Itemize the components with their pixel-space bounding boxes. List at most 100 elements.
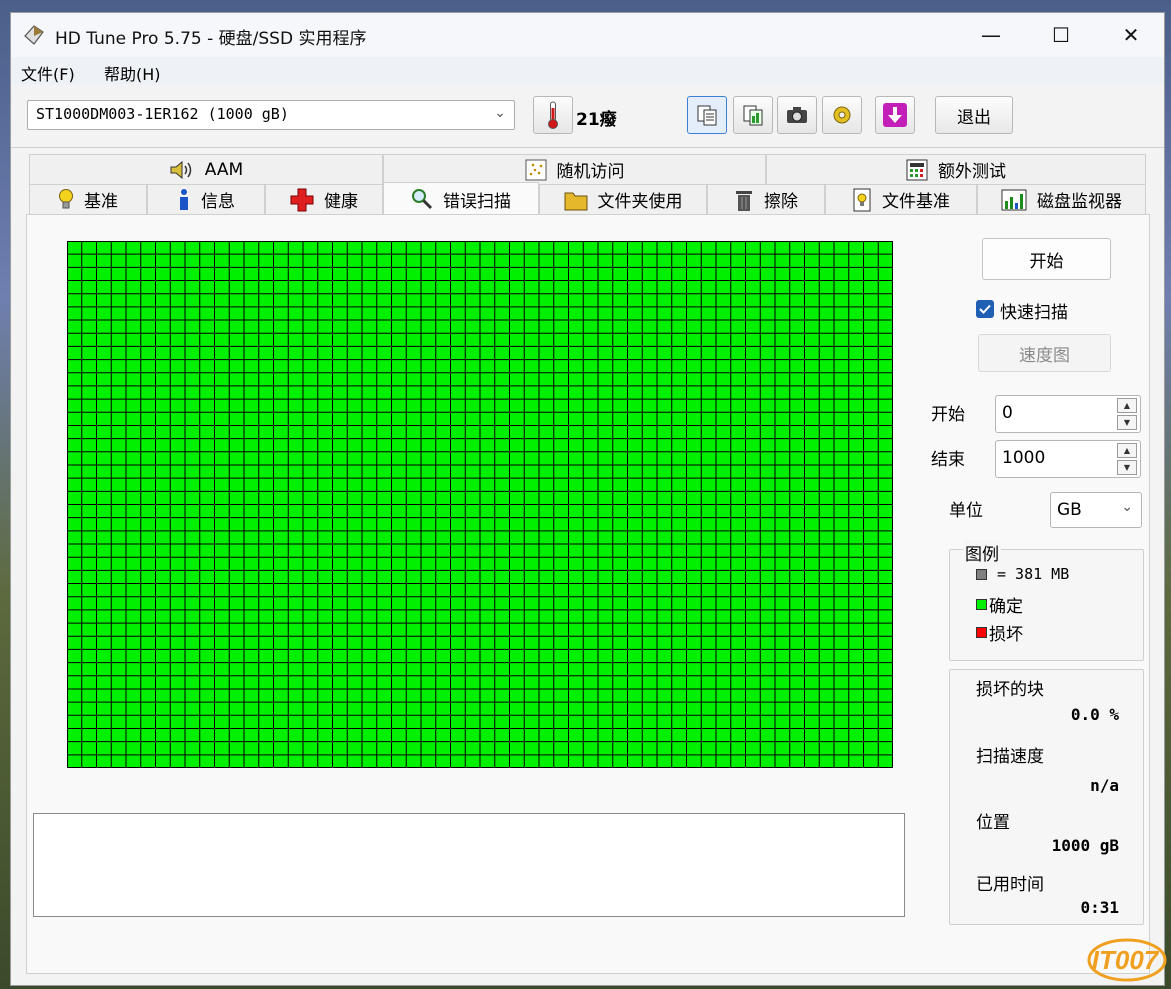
range-start-input[interactable]: 0 ▲ ▼ bbox=[995, 395, 1141, 433]
green-swatch-icon bbox=[976, 599, 987, 610]
drive-select[interactable]: ST1000DM003-1ER162 (1000 gB) ⌄ bbox=[27, 100, 515, 130]
cross-icon bbox=[290, 188, 314, 211]
watermark-logo: IT007 bbox=[1087, 938, 1167, 982]
damaged-blocks-label: 损坏的块 bbox=[976, 680, 1044, 700]
scan-speed-value: n/a bbox=[1090, 776, 1119, 795]
range-start-label: 开始 bbox=[931, 405, 965, 425]
tab-file-benchmark-label: 文件基准 bbox=[882, 192, 950, 212]
legend-block-size: = 381 MB bbox=[976, 565, 1069, 583]
stats-group: 损坏的块 0.0 % 扫描速度 n/a 位置 1000 gB 已用时间 0:31 bbox=[949, 669, 1144, 925]
app-window: HD Tune Pro 5.75 - 硬盘/SSD 实用程序 — ☐ ✕ 文件(… bbox=[10, 12, 1165, 986]
tab-folder-usage[interactable]: 文件夹使用 bbox=[539, 184, 707, 215]
copy-screenshot-button[interactable] bbox=[733, 96, 773, 134]
exit-button[interactable]: 退出 bbox=[935, 96, 1013, 134]
calculator-icon bbox=[906, 159, 928, 180]
legend-damaged: 损坏 bbox=[976, 620, 1023, 645]
minimize-button[interactable]: — bbox=[956, 13, 1026, 57]
temperature-value: 21癈 bbox=[576, 110, 617, 130]
position-label: 位置 bbox=[976, 813, 1010, 833]
legend-damaged-text: 损坏 bbox=[989, 625, 1023, 645]
unit-select-value: GB bbox=[1057, 500, 1082, 520]
menu-bar: 文件(F) 帮助(H) bbox=[11, 57, 1164, 85]
scatter-icon bbox=[525, 159, 546, 180]
scan-speed-label: 扫描速度 bbox=[976, 747, 1044, 767]
tab-aam-label: AAM bbox=[204, 159, 244, 180]
range-start-value: 0 bbox=[1002, 403, 1013, 423]
legend-ok-text: 确定 bbox=[989, 597, 1023, 617]
legend-ok: 确定 bbox=[976, 592, 1023, 617]
app-icon bbox=[24, 25, 44, 45]
range-end-label: 结束 bbox=[931, 450, 965, 470]
spin-up-icon[interactable]: ▲ bbox=[1117, 443, 1137, 458]
copy-info-button[interactable] bbox=[687, 96, 727, 134]
range-end-input[interactable]: 1000 ▲ ▼ bbox=[995, 440, 1141, 478]
camera-icon bbox=[787, 107, 807, 123]
wrench-icon bbox=[833, 106, 851, 124]
tab-disk-monitor-label: 磁盘监视器 bbox=[1037, 192, 1122, 212]
thermometer-icon bbox=[548, 101, 558, 129]
tab-error-scan[interactable]: 错误扫描 bbox=[383, 182, 539, 215]
maximize-icon: ☐ bbox=[1052, 23, 1070, 47]
tab-health-label: 健康 bbox=[324, 192, 358, 212]
tab-random-access[interactable]: 随机访问 bbox=[383, 154, 766, 185]
close-icon: ✕ bbox=[1122, 23, 1140, 47]
speed-map-button-label: 速度图 bbox=[1019, 345, 1070, 366]
exit-button-label: 退出 bbox=[957, 107, 991, 128]
speed-map-button[interactable]: 速度图 bbox=[978, 334, 1111, 372]
elapsed-value: 0:31 bbox=[1080, 898, 1119, 917]
window-title: HD Tune Pro 5.75 - 硬盘/SSD 实用程序 bbox=[55, 29, 367, 49]
unit-select[interactable]: GB ⌄ bbox=[1050, 492, 1142, 528]
tab-extra-tests[interactable]: 额外测试 bbox=[766, 154, 1146, 185]
legend-title: 图例 bbox=[963, 540, 1001, 565]
tab-benchmark[interactable]: 基准 bbox=[29, 184, 147, 215]
gray-swatch-icon bbox=[976, 568, 987, 580]
block-map bbox=[67, 241, 893, 768]
range-end-value: 1000 bbox=[1002, 448, 1046, 468]
tab-aam[interactable]: AAM bbox=[29, 154, 383, 185]
tab-error-scan-label: 错误扫描 bbox=[443, 191, 511, 212]
folder-icon bbox=[564, 192, 587, 210]
bulb-icon bbox=[59, 188, 73, 208]
title-bar[interactable]: HD Tune Pro 5.75 - 硬盘/SSD 实用程序 — ☐ ✕ bbox=[11, 13, 1164, 57]
monitor-icon bbox=[1001, 189, 1027, 210]
close-button[interactable]: ✕ bbox=[1096, 13, 1166, 57]
start-button[interactable]: 开始 bbox=[982, 238, 1111, 280]
info-icon bbox=[180, 188, 188, 210]
toolbar: ST1000DM003-1ER162 (1000 gB) ⌄ 21癈 退出 bbox=[11, 87, 1164, 148]
trash-icon bbox=[736, 190, 752, 211]
tab-health[interactable]: 健康 bbox=[265, 184, 383, 215]
magnifier-icon bbox=[412, 189, 433, 210]
damaged-blocks-value: 0.0 % bbox=[1070, 705, 1119, 724]
tab-folder-usage-label: 文件夹使用 bbox=[597, 192, 683, 212]
menu-file[interactable]: 文件(F) bbox=[21, 61, 75, 85]
speaker-icon bbox=[170, 160, 192, 179]
tab-random-access-label: 随机访问 bbox=[556, 162, 625, 182]
tab-info[interactable]: 信息 bbox=[147, 184, 265, 215]
start-button-label: 开始 bbox=[1029, 251, 1064, 272]
maximize-button[interactable]: ☐ bbox=[1026, 13, 1096, 57]
watermark-text: IT007 bbox=[1092, 945, 1160, 975]
temperature-button[interactable] bbox=[533, 96, 573, 134]
tab-file-benchmark[interactable]: 文件基准 bbox=[825, 184, 977, 215]
quick-scan-checkbox[interactable] bbox=[976, 300, 994, 318]
red-swatch-icon bbox=[976, 627, 987, 638]
screenshot-button[interactable] bbox=[777, 96, 817, 134]
checkmark-icon bbox=[979, 304, 991, 314]
spin-up-icon[interactable]: ▲ bbox=[1117, 398, 1137, 413]
quick-scan-label[interactable]: 快速扫描 bbox=[1000, 298, 1068, 323]
options-button[interactable] bbox=[822, 96, 862, 134]
tab-erase[interactable]: 擦除 bbox=[707, 184, 825, 215]
unit-label: 单位 bbox=[949, 501, 983, 521]
spin-down-icon[interactable]: ▼ bbox=[1117, 460, 1137, 475]
menu-help[interactable]: 帮助(H) bbox=[104, 61, 161, 85]
tab-disk-monitor[interactable]: 磁盘监视器 bbox=[977, 184, 1146, 215]
tab-extra-tests-label: 额外测试 bbox=[938, 162, 1006, 182]
download-icon bbox=[883, 103, 907, 127]
tab-erase-label: 擦除 bbox=[764, 192, 798, 212]
legend-group: 图例 = 381 MB 确定 损坏 bbox=[949, 540, 1144, 661]
chevron-down-icon: ⌄ bbox=[494, 105, 506, 121]
drive-select-value: ST1000DM003-1ER162 (1000 gB) bbox=[36, 105, 289, 123]
minimize-icon: — bbox=[981, 23, 1001, 47]
save-button[interactable] bbox=[875, 96, 915, 134]
spin-down-icon[interactable]: ▼ bbox=[1117, 415, 1137, 430]
